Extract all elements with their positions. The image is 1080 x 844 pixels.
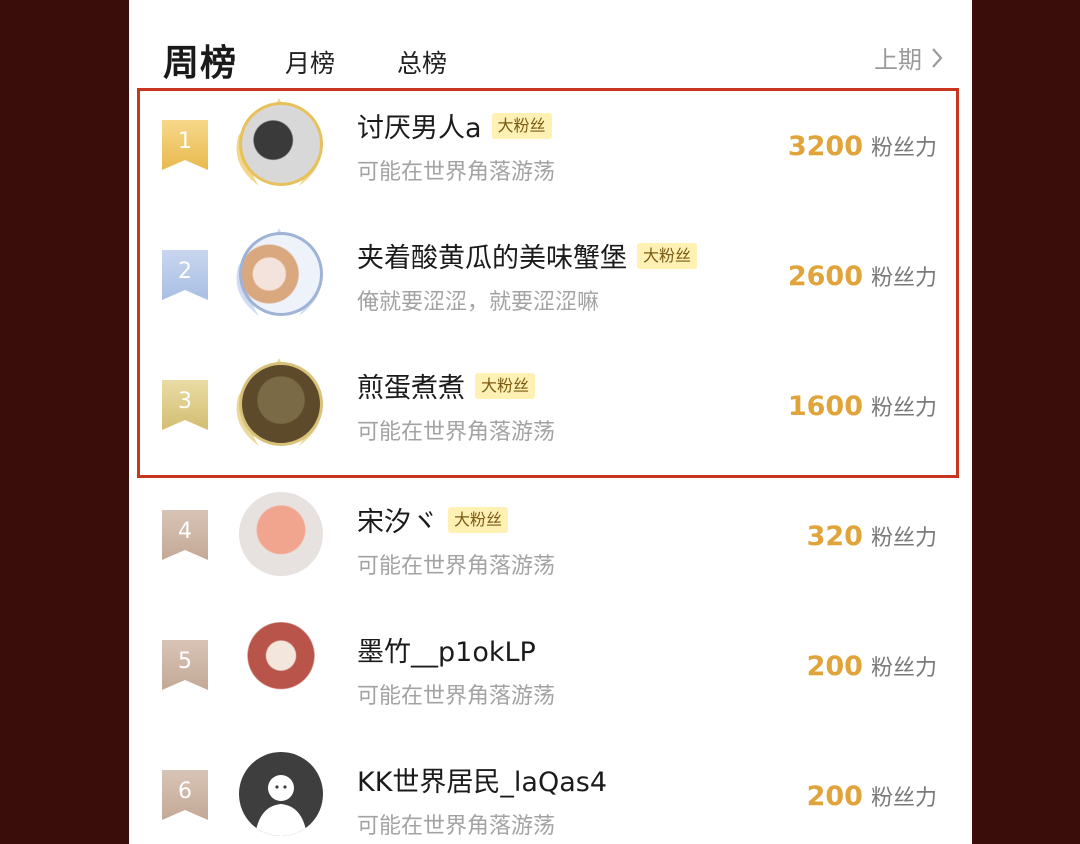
rank-badge: 5 — [162, 640, 208, 690]
default-user-icon — [255, 775, 307, 836]
fan-power-unit: 粉丝力 — [870, 526, 937, 551]
avatar — [239, 752, 323, 836]
fan-level-badge: 大粉丝 — [491, 112, 552, 139]
fan-power-value: 1600 — [787, 391, 863, 422]
fan-power-unit: 粉丝力 — [870, 786, 937, 811]
rank-badge: 4 — [162, 510, 208, 560]
fan-power: 2600 粉丝力 — [788, 260, 937, 292]
avatar — [239, 102, 323, 186]
list-item[interactable]: 3 煎蛋煮煮 大粉丝 可能在世界角落游荡 1600 粉丝力 — [129, 340, 972, 470]
previous-period-label: 上期 — [874, 46, 922, 74]
user-status: 可能在世界角落游荡 — [357, 160, 556, 185]
rank-badge: 3 — [162, 380, 208, 430]
user-name-row: 讨厌男人a 大粉丝 — [357, 106, 552, 145]
fan-power: 3200 粉丝力 — [788, 130, 937, 162]
user-name-row: 宋汐ヾ 大粉丝 — [357, 500, 509, 539]
list-item[interactable]: 1 讨厌男人a 大粉丝 可能在世界角落游荡 3200 粉丝力 — [129, 80, 972, 210]
tab-total[interactable]: 总榜 — [397, 44, 447, 80]
avatar — [239, 232, 323, 316]
fan-level-badge: 大粉丝 — [448, 506, 509, 533]
rank-badge: 1 — [162, 120, 208, 170]
fan-power-value: 2600 — [787, 261, 863, 292]
avatar — [239, 362, 323, 446]
user-name: KK世界居民_laQas4 — [357, 767, 608, 798]
fan-power: 320 粉丝力 — [807, 520, 937, 552]
ranking-panel: 周榜 月榜 总榜 上期 1 讨厌男人a 大粉丝 可能在世界角落游荡 3200 粉… — [129, 0, 972, 844]
tab-month[interactable]: 月榜 — [285, 44, 335, 80]
tab-week[interactable]: 周榜 — [163, 34, 237, 86]
user-status: 可能在世界角落游荡 — [357, 814, 556, 839]
user-name-row: KK世界居民_laQas4 — [357, 760, 607, 799]
fan-level-badge: 大粉丝 — [475, 372, 536, 399]
avatar — [239, 622, 323, 706]
fan-power-value: 320 — [806, 521, 863, 552]
user-status: 俺就要涩涩，就要涩涩嘛 — [357, 290, 600, 315]
rank-badge: 6 — [162, 770, 208, 820]
previous-period-button[interactable]: 上期 — [874, 40, 944, 75]
list-item[interactable]: 6 KK世界居民_laQas4 可能在世界角落游荡 200 粉丝力 — [129, 732, 972, 844]
fan-power: 200 粉丝力 — [807, 780, 937, 812]
fan-power-value: 200 — [806, 781, 863, 812]
user-name-row: 煎蛋煮煮 大粉丝 — [357, 366, 536, 405]
list-item[interactable]: 5 墨竹__p1okLP 可能在世界角落游荡 200 粉丝力 — [129, 602, 972, 732]
user-name: 煎蛋煮煮 — [357, 373, 465, 404]
fan-power: 1600 粉丝力 — [788, 390, 937, 422]
chevron-right-icon — [932, 47, 943, 68]
user-status: 可能在世界角落游荡 — [357, 684, 556, 709]
user-name: 墨竹__p1okLP — [357, 637, 536, 668]
list-item[interactable]: 2 夹着酸黄瓜的美味蟹堡 大粉丝 俺就要涩涩，就要涩涩嘛 2600 粉丝力 — [129, 210, 972, 340]
user-name: 夹着酸黄瓜的美味蟹堡 — [357, 243, 627, 274]
user-name: 宋汐ヾ — [357, 507, 438, 538]
fan-power-unit: 粉丝力 — [870, 656, 937, 681]
fan-power-value: 3200 — [787, 131, 863, 162]
fan-power: 200 粉丝力 — [807, 650, 937, 682]
fan-power-unit: 粉丝力 — [870, 266, 937, 291]
fan-power-value: 200 — [806, 651, 863, 682]
list-item[interactable]: 4 宋汐ヾ 大粉丝 可能在世界角落游荡 320 粉丝力 — [129, 472, 972, 602]
user-status: 可能在世界角落游荡 — [357, 420, 556, 445]
fan-power-unit: 粉丝力 — [870, 136, 937, 161]
user-name-row: 夹着酸黄瓜的美味蟹堡 大粉丝 — [357, 236, 698, 275]
user-name: 讨厌男人a — [357, 113, 482, 144]
fan-power-unit: 粉丝力 — [870, 396, 937, 421]
user-status: 可能在世界角落游荡 — [357, 554, 556, 579]
user-name-row: 墨竹__p1okLP — [357, 630, 536, 669]
tab-bar: 周榜 月榜 总榜 上期 — [129, 0, 972, 90]
fan-level-badge: 大粉丝 — [637, 242, 698, 269]
avatar — [239, 492, 323, 576]
rank-badge: 2 — [162, 250, 208, 300]
